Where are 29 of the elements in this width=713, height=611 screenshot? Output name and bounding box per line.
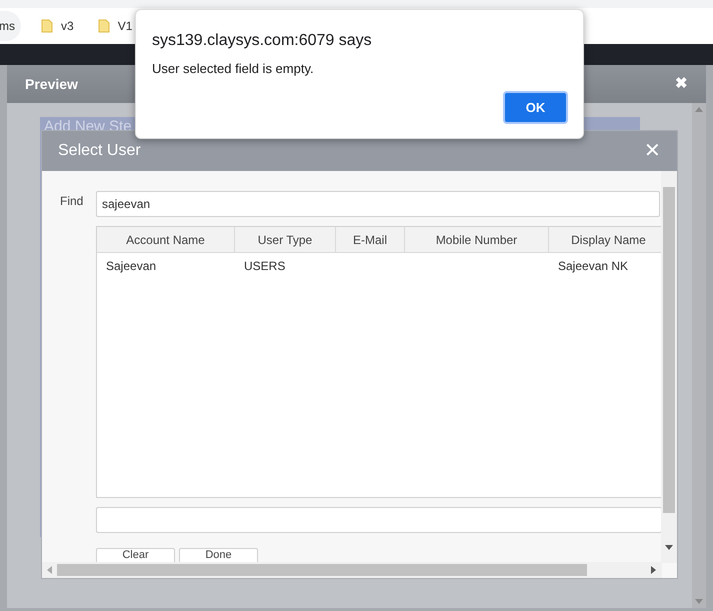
column-header[interactable]: Mobile Number — [405, 227, 549, 252]
table-cell-text: Sajeevan — [105, 258, 158, 275]
dialog-title: Preview — [25, 74, 78, 94]
scrollbar[interactable] — [692, 103, 706, 608]
scroll-up-icon[interactable] — [695, 107, 703, 112]
bookmark-folder[interactable]: V1 — [94, 17, 136, 35]
alert-title: sys139.claysys.com:6079 says — [152, 31, 372, 51]
ok-button[interactable]: OK — [503, 91, 568, 124]
field-label: Find — [60, 193, 84, 210]
scrollbar[interactable] — [661, 171, 677, 563]
folder-icon — [41, 19, 53, 33]
scroll-left-icon[interactable] — [47, 566, 52, 574]
column-header[interactable]: Account Name — [97, 227, 235, 252]
table-cell-text: USERS — [243, 258, 286, 275]
bookmark-chip[interactable]: ms — [0, 11, 21, 41]
scrollbar[interactable] — [42, 562, 662, 578]
action-button[interactable]: Done — [179, 548, 258, 563]
find-field[interactable]: sajeevan — [96, 191, 660, 217]
scroll-down-icon[interactable] — [665, 545, 673, 550]
scroll-right-icon[interactable] — [651, 566, 656, 574]
bookmark-folder[interactable]: v3 — [37, 17, 78, 35]
column-header[interactable]: E-Mail — [336, 227, 405, 252]
table-cell-text: Sajeevan NK — [557, 258, 630, 275]
action-button[interactable]: Clear — [96, 548, 175, 563]
input-field[interactable] — [96, 507, 662, 533]
column-header[interactable]: User Type — [235, 227, 336, 252]
dialog-title: Select User — [58, 141, 141, 161]
alert-message: User selected field is empty. — [152, 60, 314, 78]
folder-icon — [98, 19, 110, 33]
